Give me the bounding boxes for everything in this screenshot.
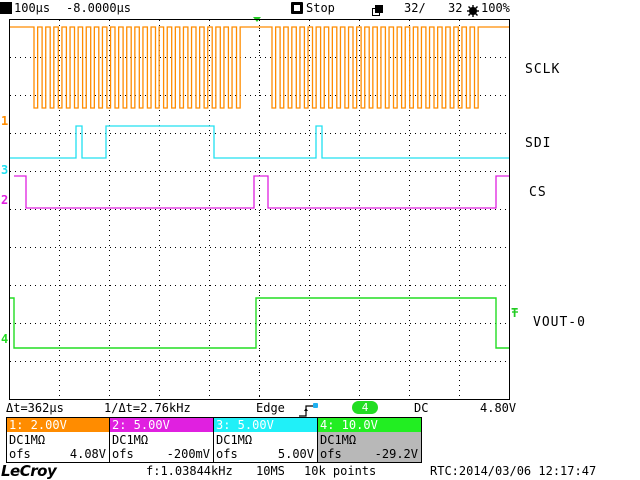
ch4-header: 4: 10.0V	[318, 418, 421, 432]
measurement-row: Δt=362µs 1/Δt=2.76kHz Edge 4 DC 4.80V	[0, 401, 520, 417]
ch2-info[interactable]: 2: 5.00V DC1MΩ ofs -200mV	[110, 418, 214, 462]
ch3-coupling: DC1MΩ	[216, 433, 253, 447]
ch1-ofs-label: ofs	[9, 447, 31, 461]
label-sdi: SDI	[525, 136, 552, 151]
ch4-ofs-label: ofs	[320, 447, 342, 461]
real-time-clock: RTC:2014/03/06 12:17:47	[430, 464, 597, 478]
lecroy-logo: LeCroy	[1, 462, 57, 480]
ch2-coupling: DC1MΩ	[112, 433, 149, 447]
ch1-header: 1: 2.00V	[7, 418, 109, 432]
label-sclk: SCLK	[525, 62, 561, 77]
trigger-coupling[interactable]: DC	[414, 401, 428, 415]
channel-info-table: 1: 2.00V DC1MΩ ofs 4.08V 2: 5.00V DC1MΩ …	[6, 417, 422, 463]
label-vout: VOUT-0	[533, 315, 586, 330]
ch4-coupling: DC1MΩ	[320, 433, 357, 447]
cs-trace	[14, 175, 509, 209]
trigger-source-badge[interactable]: 4	[352, 401, 378, 414]
ch2-ground-marker[interactable]: 2	[1, 193, 8, 207]
ch3-ofs-label: ofs	[216, 447, 238, 461]
label-cs: CS	[529, 185, 547, 200]
inverse-delta-t-value[interactable]: 1/Δt=2.76kHz	[104, 401, 191, 415]
ch3-header: 3: 5.00V	[214, 418, 317, 432]
trigger-level-marker[interactable]: T	[511, 306, 518, 320]
record-length: 10k points	[304, 464, 377, 478]
sample-rate: 10MS	[256, 464, 285, 478]
rising-edge-icon	[298, 402, 314, 417]
ch2-ofs-label: ofs	[112, 447, 134, 461]
ch1-ground-marker[interactable]: 1	[1, 114, 8, 128]
trigger-edge-marker-icon	[313, 403, 318, 408]
ch3-ground-marker[interactable]: 3	[1, 163, 8, 177]
ch1-info[interactable]: 1: 2.00V DC1MΩ ofs 4.08V	[7, 418, 110, 462]
ch3-info[interactable]: 3: 5.00V DC1MΩ ofs 5.00V	[214, 418, 318, 462]
trigger-level-value[interactable]: 4.80V	[480, 401, 516, 415]
ch2-header: 2: 5.00V	[110, 418, 213, 432]
footer: LeCroy f:1.03844kHz 10MS 10k points RTC:…	[0, 461, 640, 480]
delta-t-value[interactable]: Δt=362µs	[6, 401, 64, 415]
ch1-coupling: DC1MΩ	[9, 433, 46, 447]
ch4-ofs-value: -29.2V	[374, 447, 418, 461]
ch4-ground-marker[interactable]: 4	[1, 332, 8, 346]
ch3-ofs-value: 5.00V	[277, 447, 314, 461]
frequency-readout: f:1.03844kHz	[146, 464, 233, 478]
ch2-ofs-value: -200mV	[166, 447, 210, 461]
ch4-info[interactable]: 4: 10.0V DC1MΩ ofs -29.2V	[318, 418, 421, 462]
ch1-ofs-value: 4.08V	[69, 447, 106, 461]
trigger-type[interactable]: Edge	[256, 401, 285, 415]
